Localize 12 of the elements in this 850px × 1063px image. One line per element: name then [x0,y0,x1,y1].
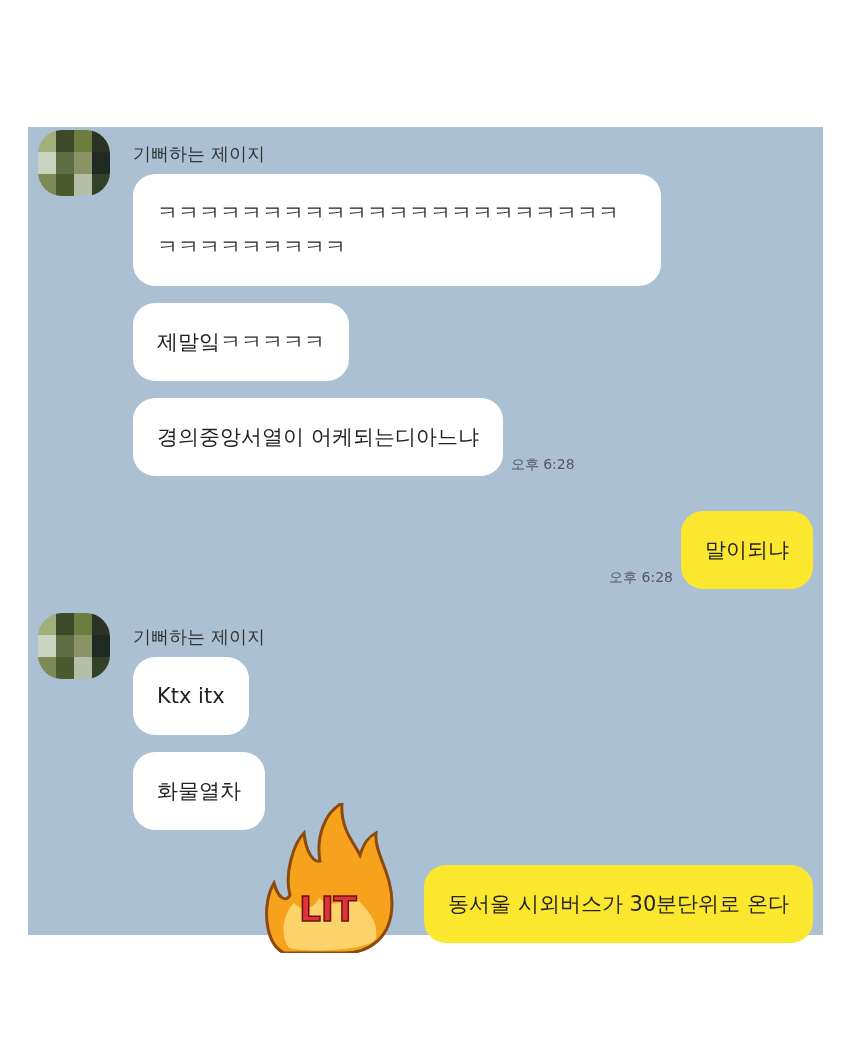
message-bubble: 제말잌ㅋㅋㅋㅋㅋ [133,303,349,381]
message-bubble: Ktx itx [133,657,249,735]
message-time: 오후 6:28 [510,456,575,474]
sender-name: 기뻐하는 제이지 [133,142,265,166]
message-bubble: 말이되냐 [681,511,813,589]
sender-name: 기뻐하는 제이지 [133,625,265,649]
message-bubble: 동서울 시외버스가 30분단위로 온다 [424,865,813,943]
message-bubble: 경의중앙서열이 어케되는디아느냐 [133,398,503,476]
message-time: 오후 6:28 [609,569,673,587]
fire-sticker: LIT [264,803,394,953]
message-bubble: ㅋㅋㅋㅋㅋㅋㅋㅋㅋㅋㅋㅋㅋㅋㅋㅋㅋㅋㅋㅋㅋㅋㅋㅋㅋㅋㅋㅋㅋㅋㅋ [133,174,661,286]
message-bubble: 화물열차 [133,752,265,830]
